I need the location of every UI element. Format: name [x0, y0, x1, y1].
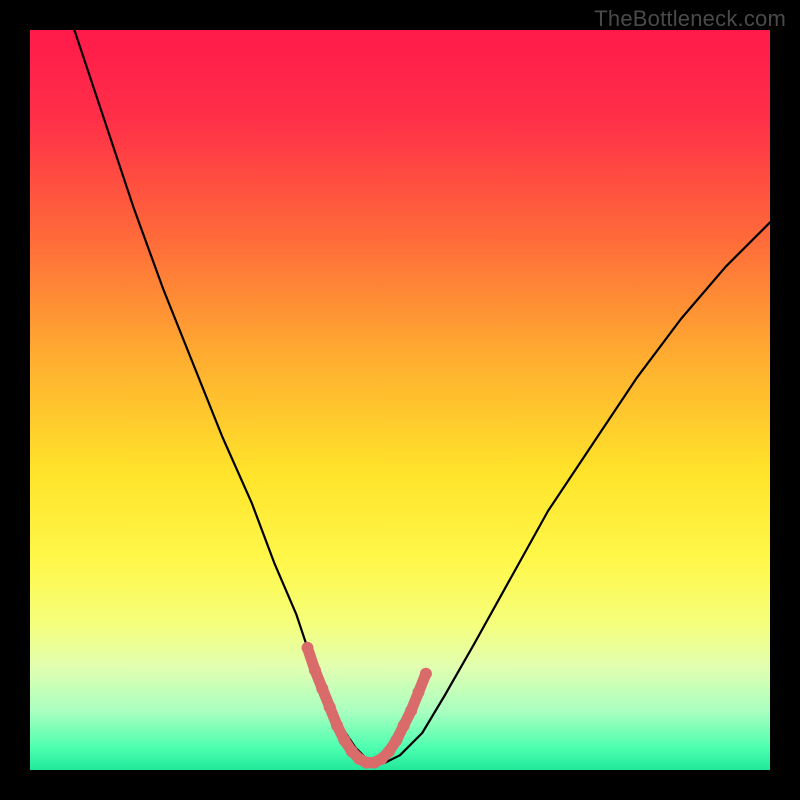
optimal-range-dot	[420, 668, 432, 680]
watermark-text: TheBottleneck.com	[594, 6, 786, 32]
optimal-range-dot	[309, 664, 321, 676]
optimal-range-dot	[331, 720, 343, 732]
bottleneck-curve	[74, 30, 770, 763]
optimal-range-dot	[413, 686, 425, 698]
optimal-range-dot	[383, 746, 395, 758]
chart-plot-area	[30, 30, 770, 770]
chart-curve-layer	[30, 30, 770, 770]
optimal-range-dot	[390, 734, 402, 746]
optimal-range-dot	[405, 705, 417, 717]
optimal-range-highlight	[302, 642, 432, 769]
optimal-range-dot	[339, 734, 351, 746]
optimal-range-dot	[398, 720, 410, 732]
optimal-range-dot	[316, 683, 328, 695]
optimal-range-dot	[302, 642, 314, 654]
optimal-range-dot	[324, 701, 336, 713]
